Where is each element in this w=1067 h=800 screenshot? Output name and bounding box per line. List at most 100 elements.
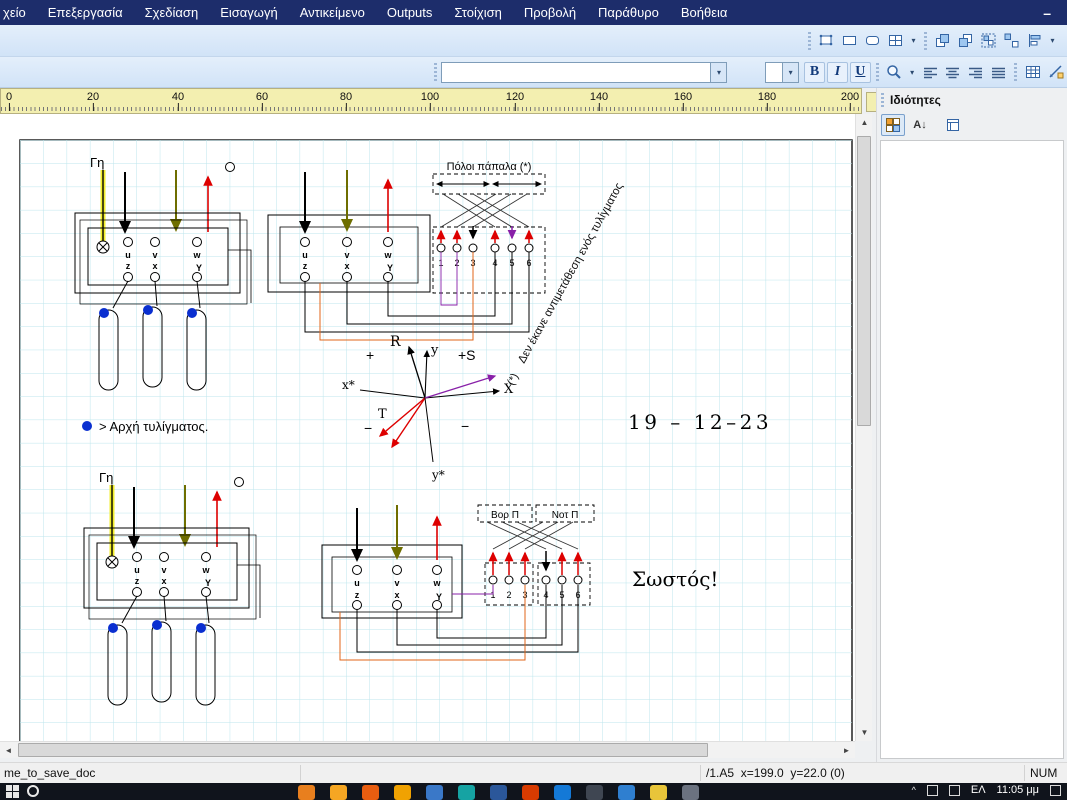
action-center-icon[interactable] [1050,784,1061,796]
menu-draw[interactable]: Σχεδίαση [134,0,210,25]
menu-outputs[interactable]: Outputs [376,0,444,25]
zoom-button[interactable] [883,61,906,84]
horizontal-scrollbar[interactable]: ◄ ► [0,741,855,758]
properties-header: Ιδιότητες [877,88,1067,112]
status-filename: me_to_save_doc [4,766,96,780]
svg-text:Γη: Γη [90,155,104,170]
language-indicator[interactable]: ΕΛ [971,784,986,796]
group-button[interactable] [977,29,1000,52]
scroll-up-icon[interactable]: ▲ [856,114,873,131]
combo-dropdown-icon[interactable]: ▾ [782,62,799,82]
frames-dropdown-icon[interactable]: ▾ [907,29,920,52]
measure-button[interactable] [1044,61,1067,84]
svg-text:w: w [383,250,392,260]
zoom-dropdown-icon[interactable]: ▾ [906,61,919,84]
toolbar-grip[interactable] [924,31,927,50]
vertical-scroll-thumb[interactable] [857,136,871,426]
insert-rect-button[interactable] [838,29,861,52]
align-objects-button[interactable] [1023,29,1046,52]
status-bar: me_to_save_doc /1.A5 x=199.0 y=22.0 (0) … [0,762,1067,783]
ruler-ticks [1,107,861,111]
axis-minus-sign: − [461,418,469,434]
insert-rounded-rect-button[interactable] [861,29,884,52]
style-combo[interactable]: ▾ [765,61,800,83]
taskbar-app-icon[interactable] [522,785,539,800]
svg-text:u: u [125,250,131,260]
axis-plus-s: +S [458,347,476,363]
select-frame-button[interactable] [815,29,838,52]
alphabetical-sort-icon[interactable]: Α↓ [908,114,932,136]
horizontal-ruler: 0 20 40 60 80 100 120 140 160 180 200 [0,88,862,114]
toolbar-grip[interactable] [433,63,437,81]
menu-bar: χείο Επεξεργασία Σχεδίαση Εισαγωγή Αντικ… [0,0,1067,25]
taskbar-app-icon[interactable] [554,785,571,800]
properties-body [880,140,1064,759]
tray-expand-icon[interactable]: ^ [912,785,916,795]
text-align-justify-button[interactable] [987,61,1010,84]
status-separator [700,765,701,781]
scroll-down-icon[interactable]: ▼ [856,724,873,741]
taskbar-apps [298,785,699,800]
bring-to-front-button[interactable] [931,29,954,52]
toolbar-grip[interactable] [808,31,811,50]
send-to-back-button[interactable] [954,29,977,52]
taskbar-app-icon[interactable] [298,785,315,800]
toolbar-row-1: ▾ ▾ [0,25,1067,57]
text-align-center-button[interactable] [942,61,965,84]
ruler-mark: 40 [171,91,185,111]
categorized-view-icon[interactable] [881,114,905,136]
menu-help[interactable]: Βοήθεια [670,0,739,25]
clock[interactable]: 11:05 μμ [997,784,1039,796]
menu-file[interactable]: χείο [0,0,37,25]
insert-grid-button[interactable] [884,29,907,52]
taskbar-app-icon[interactable] [330,785,347,800]
combo-dropdown-icon[interactable]: ▾ [710,62,727,82]
taskbar-app-icon[interactable] [618,785,635,800]
ruler-mark: 60 [255,91,269,111]
scroll-right-icon[interactable]: ► [838,742,855,759]
taskbar-app-icon[interactable] [362,785,379,800]
ruler-mark: 120 [505,91,525,111]
text-align-right-button[interactable] [964,61,987,84]
taskbar-app-icon[interactable] [458,785,475,800]
font-combo[interactable]: ▾ [440,61,728,83]
italic-button[interactable]: I [827,61,848,83]
bold-button[interactable]: B [804,61,825,83]
taskbar-app-icon[interactable] [586,785,603,800]
search-icon[interactable] [27,785,39,797]
svg-text:v: v [394,578,399,588]
menu-insert[interactable]: Εισαγωγή [209,0,288,25]
text-align-left-button[interactable] [919,61,942,84]
volume-icon[interactable] [948,784,960,796]
table-button[interactable] [1021,61,1044,84]
toolbar-grip[interactable] [875,63,879,81]
menu-align[interactable]: Στοίχιση [443,0,512,25]
scroll-left-icon[interactable]: ◄ [0,742,17,759]
status-separator [1024,765,1025,781]
vertical-scrollbar[interactable]: ▲ ▼ [855,114,872,741]
horizontal-scroll-thumb[interactable] [18,743,708,757]
minimize-button[interactable]: – [1027,5,1067,21]
taskbar-app-icon[interactable] [394,785,411,800]
ungroup-button[interactable] [1000,29,1023,52]
arrange-dropdown-icon[interactable]: ▾ [1046,29,1059,52]
taskbar-app-icon[interactable] [426,785,443,800]
menu-object[interactable]: Αντικείμενο [289,0,376,25]
underline-button[interactable]: U [849,61,871,83]
pole-title: Πόλοι πάπαλα (*) [447,161,532,173]
taskbar-app-icon[interactable] [650,785,667,800]
property-pages-icon[interactable] [941,114,965,136]
menu-window[interactable]: Παράθυρο [587,0,670,25]
network-icon[interactable] [926,784,938,796]
start-icon[interactable] [6,785,19,800]
svg-text:Y: Y [196,263,202,273]
taskbar-app-icon[interactable] [682,785,699,800]
taskbar-app-icon[interactable] [490,785,507,800]
ruler-mark: 20 [86,91,100,111]
toolbar-grip[interactable] [1014,63,1018,81]
menu-view[interactable]: Προβολή [513,0,587,25]
ruler-mark: 100 [420,91,440,111]
menu-edit[interactable]: Επεξεργασία [37,0,134,25]
panel-grip[interactable] [881,93,884,107]
drawing-canvas[interactable]: Γη uvw zxY u v w z x Y Πόλοι πάπαλα (*) … [0,114,855,741]
